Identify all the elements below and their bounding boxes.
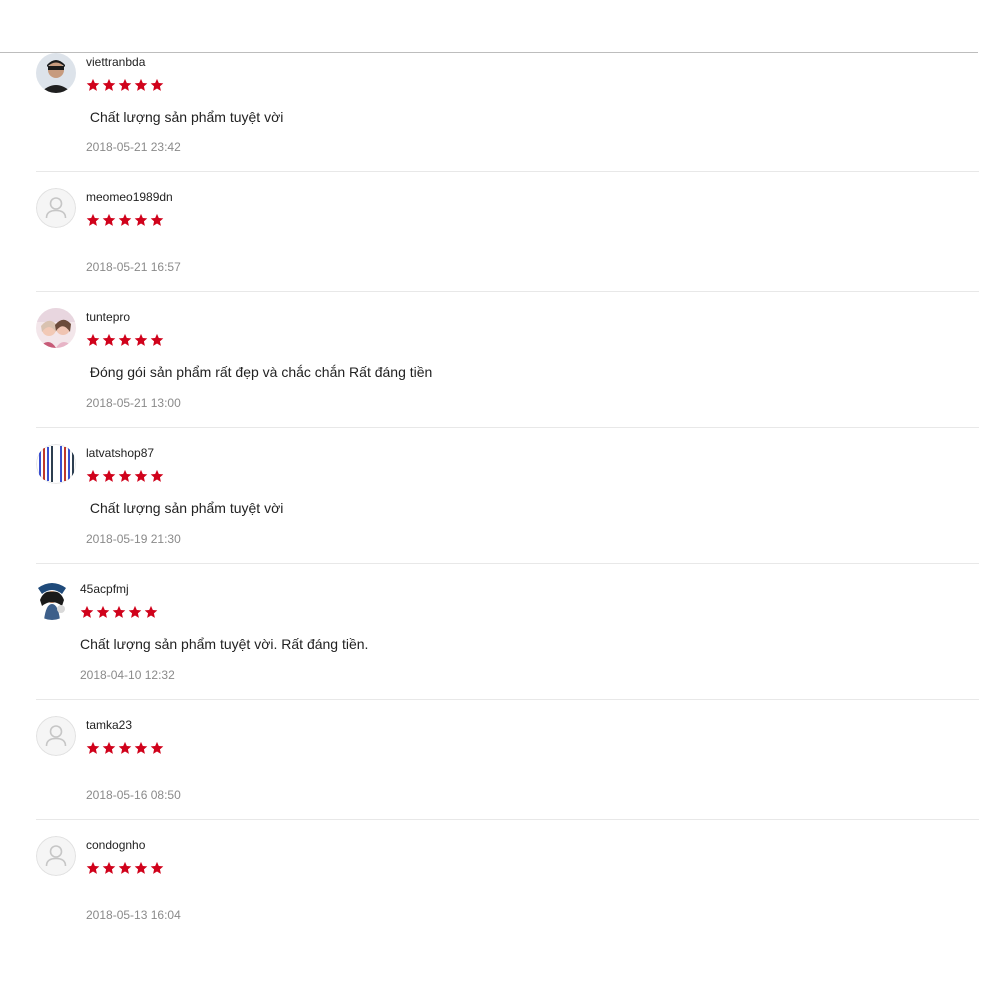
review-item: viettranbda Chất lượng sản phẩm tuyệt vờ… bbox=[36, 53, 979, 172]
star-icon bbox=[102, 78, 116, 91]
review-username[interactable]: tuntepro bbox=[86, 310, 130, 324]
rating-stars bbox=[86, 469, 164, 483]
default-user-icon bbox=[36, 836, 76, 876]
star-icon bbox=[86, 469, 100, 482]
star-icon bbox=[150, 333, 164, 346]
star-icon bbox=[102, 469, 116, 482]
avatar[interactable] bbox=[36, 716, 76, 756]
star-icon bbox=[118, 333, 132, 346]
avatar[interactable] bbox=[36, 444, 76, 484]
review-item: latvatshop87 Chất lượng sản phẩm tuyệt v… bbox=[36, 444, 979, 564]
star-icon bbox=[86, 741, 100, 754]
star-icon bbox=[150, 741, 164, 754]
star-icon bbox=[86, 78, 100, 91]
review-comment: Chất lượng sản phẩm tuyệt vời bbox=[86, 500, 284, 516]
star-icon bbox=[144, 605, 158, 618]
avatar[interactable] bbox=[36, 188, 76, 228]
review-date: 2018-04-10 12:32 bbox=[80, 668, 175, 682]
star-icon bbox=[118, 861, 132, 874]
star-icon bbox=[134, 333, 148, 346]
star-icon bbox=[80, 605, 94, 618]
avatar[interactable] bbox=[36, 308, 76, 348]
review-date: 2018-05-13 16:04 bbox=[86, 908, 181, 922]
rating-stars bbox=[86, 213, 164, 227]
star-icon bbox=[134, 861, 148, 874]
star-icon bbox=[86, 213, 100, 226]
star-icon bbox=[96, 605, 110, 618]
star-icon bbox=[118, 78, 132, 91]
review-date: 2018-05-21 13:00 bbox=[86, 396, 181, 410]
star-icon bbox=[102, 861, 116, 874]
star-icon bbox=[128, 605, 142, 618]
user-photo-icon bbox=[36, 308, 76, 348]
star-icon bbox=[86, 861, 100, 874]
review-item: condognho 2018-05-13 16:04 bbox=[36, 836, 979, 940]
rating-stars bbox=[80, 605, 158, 619]
rating-stars bbox=[86, 78, 164, 92]
user-photo-icon bbox=[36, 444, 76, 484]
star-icon bbox=[112, 605, 126, 618]
star-icon bbox=[102, 741, 116, 754]
star-icon bbox=[102, 213, 116, 226]
review-item: tamka23 2018-05-16 08:50 bbox=[36, 716, 979, 820]
review-date: 2018-05-21 16:57 bbox=[86, 260, 181, 274]
star-icon bbox=[134, 469, 148, 482]
avatar[interactable] bbox=[32, 580, 72, 620]
star-icon bbox=[150, 469, 164, 482]
review-username[interactable]: latvatshop87 bbox=[86, 446, 154, 460]
review-username[interactable]: meomeo1989dn bbox=[86, 190, 173, 204]
star-icon bbox=[118, 469, 132, 482]
default-user-icon bbox=[36, 716, 76, 756]
review-username[interactable]: 45acpfmj bbox=[80, 582, 129, 596]
review-date: 2018-05-19 21:30 bbox=[86, 532, 181, 546]
review-date: 2018-05-16 08:50 bbox=[86, 788, 181, 802]
review-username[interactable]: viettranbda bbox=[86, 55, 145, 69]
rating-stars bbox=[86, 861, 164, 875]
star-icon bbox=[134, 213, 148, 226]
star-icon bbox=[86, 333, 100, 346]
star-icon bbox=[150, 78, 164, 91]
review-item: tuntepro Đóng gói sản phẩm rất đẹp và ch… bbox=[36, 308, 979, 428]
default-user-icon bbox=[36, 188, 76, 228]
star-icon bbox=[150, 213, 164, 226]
star-icon bbox=[118, 213, 132, 226]
star-icon bbox=[134, 741, 148, 754]
avatar[interactable] bbox=[36, 836, 76, 876]
star-icon bbox=[118, 741, 132, 754]
review-username[interactable]: condognho bbox=[86, 838, 145, 852]
star-icon bbox=[134, 78, 148, 91]
star-icon bbox=[150, 861, 164, 874]
review-item: meomeo1989dn 2018-05-21 16:57 bbox=[36, 188, 979, 292]
user-photo-icon bbox=[36, 53, 76, 93]
review-comment: Chất lượng sản phẩm tuyệt vời bbox=[86, 109, 284, 125]
review-comment: Chất lượng sản phẩm tuyệt vời. Rất đáng … bbox=[80, 636, 369, 652]
star-icon bbox=[102, 333, 116, 346]
rating-stars bbox=[86, 741, 164, 755]
review-username[interactable]: tamka23 bbox=[86, 718, 132, 732]
avatar[interactable] bbox=[36, 53, 76, 93]
review-comment: Đóng gói sản phẩm rất đẹp và chắc chắn R… bbox=[86, 364, 433, 380]
review-item: 45acpfmj Chất lượng sản phẩm tuyệt vời. … bbox=[32, 580, 979, 700]
user-photo-icon bbox=[32, 580, 72, 620]
rating-stars bbox=[86, 333, 164, 347]
review-date: 2018-05-21 23:42 bbox=[86, 140, 181, 154]
